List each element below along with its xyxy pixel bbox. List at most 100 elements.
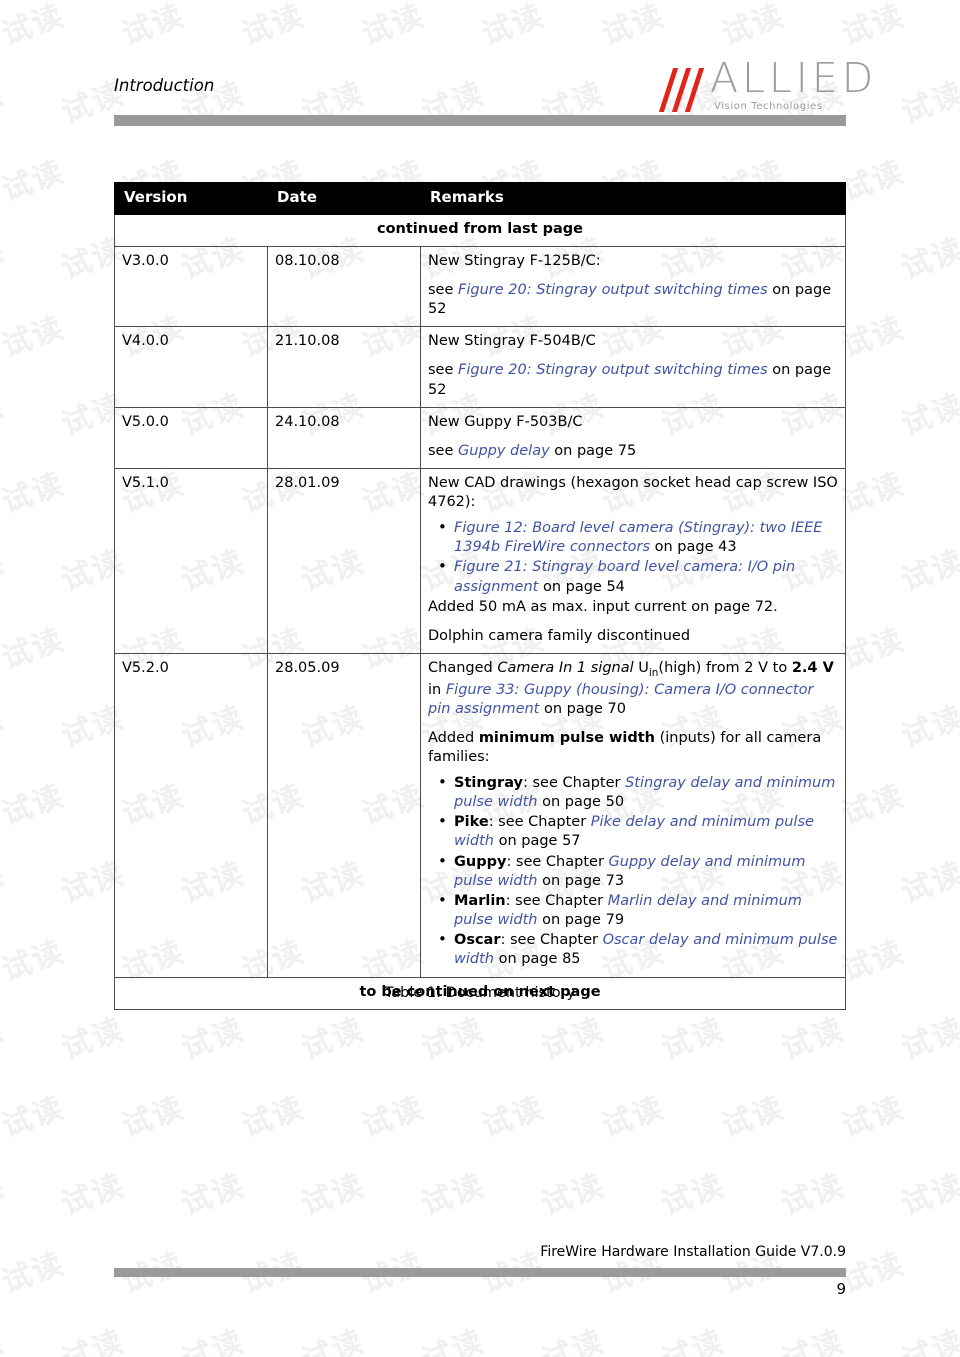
watermark-text: 试读 [237, 0, 310, 53]
remarks-paragraph: see Guppy delay on page 75 [428, 442, 838, 461]
document-page: 试读 试读 试读 试读 试读 试读 试读 试读 试读 试读 试读 试读 试读 试读 试读 试读 试读 试读 试读 试读… [0, 0, 960, 1357]
watermark-text: 试读 [537, 1011, 610, 1067]
subscript: in [648, 666, 659, 679]
text-run: : see Chapter [500, 932, 603, 949]
text-run: New Stingray F-125B/C: [428, 252, 601, 269]
emphasis-italic: Camera In 1 signal [497, 659, 634, 676]
watermark-text: 试读 [0, 465, 70, 521]
watermark-text: 试读 [0, 699, 10, 755]
logo-wordmark: ALLIED [710, 54, 878, 102]
watermark-text: 试读 [177, 1167, 250, 1223]
emphasis-bold: Guppy [454, 853, 507, 870]
remarks-paragraph: Added minimum pulse width (inputs) for a… [428, 729, 838, 767]
watermark-text: 试读 [717, 1089, 790, 1145]
text-run: on page 43 [650, 539, 737, 556]
remarks-paragraph: see Figure 20: Stingray output switching… [428, 361, 838, 399]
watermark-text: 试读 [897, 231, 960, 287]
cell-version: V4.0.0 [114, 326, 268, 408]
cell-remarks: New Stingray F-504B/C see Figure 20: Stin… [420, 326, 846, 408]
text-run: : see Chapter [506, 853, 609, 870]
watermark-text: 试读 [0, 309, 70, 365]
cell-version: V5.0.0 [114, 406, 268, 469]
text-run: see [428, 282, 459, 299]
watermark-text: 试读 [57, 1167, 130, 1223]
cell-date: 21.10.08 [267, 326, 421, 408]
watermark-text: 试读 [0, 75, 10, 131]
cell-version: V3.0.0 [114, 245, 268, 328]
watermark-text: 试读 [0, 933, 70, 989]
continued-from-label: continued from last page [114, 213, 846, 247]
column-header-version: Version [114, 182, 268, 215]
watermark-text: 试读 [0, 1089, 70, 1145]
cell-date: 28.01.09 [267, 467, 421, 654]
watermark-text: 试读 [0, 387, 10, 443]
watermark-text: 试读 [477, 1089, 550, 1145]
cell-remarks: Changed Camera In 1 signal Uin(high) fro… [420, 652, 846, 979]
remarks-paragraph: see Figure 20: Stingray output switching… [428, 281, 838, 319]
text-run: Dolphin camera family discontinued [428, 627, 691, 644]
watermark-text: 试读 [417, 1167, 490, 1223]
continued-from-row: continued from last page [114, 213, 846, 247]
watermark-text: 试读 [237, 1089, 310, 1145]
column-header-date: Date [267, 182, 421, 215]
table-row: V5.0.0 24.10.08 New Guppy F-503B/C see Gupp… [114, 406, 846, 469]
header-divider [114, 115, 846, 126]
watermark-text: 试读 [897, 855, 960, 911]
text-run: New Guppy F-503B/C [428, 413, 583, 430]
watermark-text: 试读 [57, 1011, 130, 1067]
page-number: 9 [836, 1280, 846, 1298]
watermark-text: 试读 [957, 153, 960, 209]
cell-remarks: New CAD drawings (hexagon socket head ca… [420, 467, 846, 654]
watermark-text: 试读 [957, 465, 960, 521]
text-run: on page 73 [537, 872, 625, 889]
text-run: on page 50 [537, 794, 625, 811]
text-run: : see Chapter [505, 892, 608, 909]
watermark-text: 试读 [957, 933, 960, 989]
list-item: Stingray: see Chapter Stingray delay and… [438, 773, 838, 812]
watermark-text: 试读 [657, 1167, 730, 1223]
watermark-text: 试读 [177, 1323, 250, 1357]
chapter-title: Introduction [114, 76, 215, 95]
remarks-paragraph: Changed Camera In 1 signal Uin(high) fro… [428, 659, 838, 719]
watermark-text: 试读 [177, 1011, 250, 1067]
table-row: V5.1.0 28.01.09 New CAD drawings (hexagon … [114, 467, 846, 654]
watermark-text: 试读 [597, 0, 670, 53]
list-item: Oscar: see Chapter Oscar delay and minim… [438, 930, 838, 969]
logo-tagline: Vision Technologies [714, 101, 823, 112]
watermark-text: 试读 [897, 699, 960, 755]
emphasis-bold: minimum pulse width [478, 729, 655, 746]
document-history-table: Version Date Remarks continued from last… [114, 182, 846, 1011]
footer-divider [114, 1268, 846, 1277]
text-run: U [633, 659, 649, 676]
text-run: : see Chapter [488, 814, 591, 831]
watermark-text: 试读 [657, 1011, 730, 1067]
cross-reference-link[interactable]: Guppy delay [458, 443, 550, 459]
watermark-text: 试读 [0, 153, 70, 209]
list-item: Marlin: see Chapter Marlin delay and min… [438, 891, 838, 930]
table-body: continued from last page V3.0.0 08.10.08 Ne… [114, 213, 846, 1011]
watermark-text: 试读 [0, 777, 70, 833]
watermark-text: 试读 [297, 1323, 370, 1357]
list-item: Guppy: see Chapter Guppy delay and minim… [438, 852, 838, 891]
watermark-text: 试读 [117, 0, 190, 53]
cross-reference-link[interactable]: Figure 20: Stingray output switching tim… [458, 282, 768, 298]
watermark-text: 试读 [477, 0, 550, 53]
text-run: on page 70 [539, 700, 626, 717]
watermark-text: 试读 [537, 1167, 610, 1223]
watermark-text: 试读 [897, 1011, 960, 1067]
cell-version: V5.1.0 [114, 467, 268, 654]
footer-title: FireWire Hardware Installation Guide V7.… [540, 1244, 846, 1260]
text-run: New Stingray F-504B/C [428, 333, 596, 350]
watermark-text: 试读 [0, 1323, 10, 1357]
text-run: New CAD drawings (hexagon socket head ca… [428, 474, 838, 511]
watermark-text: 试读 [297, 1011, 370, 1067]
cross-reference-link[interactable]: Figure 12: Board level camera (Stingray)… [454, 520, 822, 555]
cross-reference-link[interactable]: Figure 20: Stingray output switching tim… [458, 362, 768, 378]
watermark-text: 试读 [0, 543, 10, 599]
watermark-text: 试读 [957, 777, 960, 833]
watermark-text: 试读 [0, 1011, 10, 1067]
table-row: V3.0.0 08.10.08 New Stingray F-125B/C: see … [114, 245, 846, 328]
text-run: Changed [428, 659, 498, 676]
remarks-paragraph: New CAD drawings (hexagon socket head ca… [428, 474, 838, 512]
watermark-text: 试读 [897, 75, 960, 131]
